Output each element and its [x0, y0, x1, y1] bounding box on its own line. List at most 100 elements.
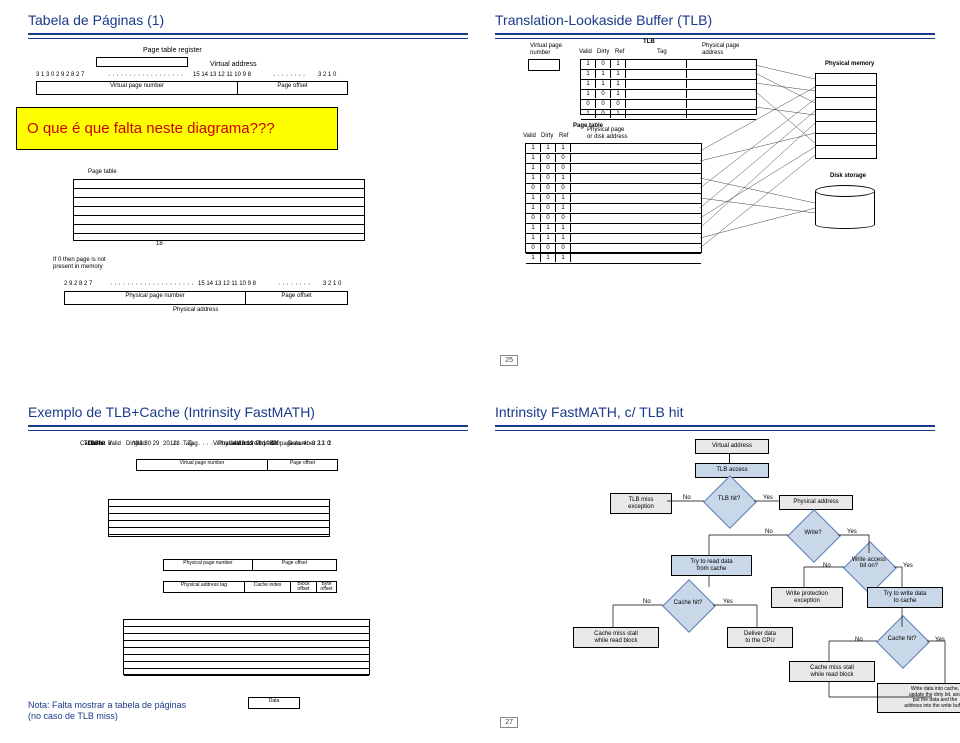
fc-trywrite: Try to write data to cache — [867, 587, 943, 608]
tlb-table: 101111111101000101 — [580, 59, 757, 115]
no3: No — [823, 563, 831, 569]
a20: 20 — [163, 441, 170, 448]
slide26-diagram: Virtual page number TLB Valid Dirty Ref … — [495, 43, 935, 343]
yes2: Yes — [847, 529, 857, 535]
fc-wpexc: Write protection exception — [771, 587, 843, 608]
n32: 32 — [270, 441, 277, 448]
tlb-box27 — [108, 499, 330, 537]
slide25-diagram: Page table register Virtual address 3 1 … — [28, 45, 468, 345]
fc-deliver: Deliver data to the CPU — [727, 627, 793, 648]
n12b: 12 — [170, 441, 177, 448]
va-box: Virtual page number Page offset — [36, 81, 348, 95]
pa-box27: Physical page number Page offset — [163, 559, 337, 571]
slide28-title: Intrinsity FastMATH, c/ TLB hit — [495, 398, 935, 423]
ref-hdr: Ref — [615, 49, 624, 56]
disk-icon — [815, 185, 875, 229]
dots3: · · · · · · · · · · · · · · · · · · · · — [110, 281, 194, 288]
tagb: Tag — [183, 441, 193, 448]
pat27: Physical page number — [164, 560, 253, 570]
slide25-title: Tabela de Páginas (1) — [28, 6, 468, 31]
yes4: Yes — [723, 599, 733, 605]
ci: Cache index — [245, 582, 291, 592]
fc-tlbacc: TLB access — [695, 463, 769, 478]
valid-hdr: Valid — [579, 49, 592, 56]
line1 — [729, 453, 730, 463]
dots1: · · · · · · · · · · · · · · · · · · — [108, 72, 183, 79]
bits-high: 3 1 3 0 2 9 2 8 2 7 — [36, 72, 84, 79]
slide26-title: Translation-Lookaside Buffer (TLB) — [495, 6, 935, 31]
dirty-pt: Dirty — [541, 133, 553, 140]
no2: No — [765, 529, 773, 535]
pagetable-label: Page table — [88, 169, 117, 176]
yes3: Yes — [903, 563, 913, 569]
fc-cachehit: Cache hit? — [663, 591, 713, 619]
pa-lbl27: Physical address — [218, 441, 263, 448]
bo: Block offset — [291, 582, 317, 592]
slide28-flowchart: Virtual address TLB access TLB hit? No Y… — [495, 437, 935, 727]
va-box27: Virtual page number Page offset — [136, 459, 338, 471]
bits-out-high: 2 9 2 8 2 7 — [64, 281, 92, 288]
ppn27: Physical page number — [256, 441, 315, 448]
fc-cms1: Cache miss stall while read block — [573, 627, 659, 648]
n2: 2 — [328, 441, 331, 448]
byo: Byte offset — [317, 582, 336, 592]
fc-write: Write? — [788, 521, 838, 549]
bits-out-low: 3 2 1 0 — [323, 281, 341, 288]
phys-addr-label: Physical address — [173, 307, 218, 314]
dataout: Data — [248, 697, 300, 709]
dots2: · · · · · · · · — [273, 72, 305, 79]
pt-register-label: Page table register — [143, 47, 202, 55]
n8b: 8 — [108, 441, 111, 448]
fc-cms2: Cache miss stall while read block — [789, 661, 875, 682]
ppn-out: Physical page number — [65, 292, 246, 304]
title-underline-27 — [28, 425, 468, 431]
po27: Page offset — [268, 460, 337, 470]
no1: No — [683, 495, 691, 501]
page-table-box — [73, 179, 365, 241]
ppa-hdr: Physical page address — [702, 43, 739, 56]
fc-va: Virtual address — [695, 439, 769, 454]
yes5: Yes — [935, 637, 945, 643]
valid-pt: Valid — [523, 133, 536, 140]
slide27-note: Nota: Falta mostrar a tabela de páginas … — [28, 700, 186, 722]
po27b: Page offset — [253, 560, 336, 570]
slide27-diagram: Virtual address 31 30 29 · · · · · · · ·… — [28, 441, 468, 721]
bits-out-mid: 15 14 13 12 11 10 9 8 — [198, 281, 256, 288]
ref-pt: Ref — [559, 133, 568, 140]
no4: No — [643, 599, 651, 605]
bits-mid: 15 14 13 12 11 10 9 8 — [193, 72, 251, 79]
tlb-heading: TLB — [643, 39, 655, 46]
cachehit-lbl: Cache hit — [80, 441, 105, 448]
if0-label: If 0 then page is not present in memory — [53, 257, 106, 270]
po-out: Page offset — [246, 292, 347, 304]
disk-label: Disk storage — [830, 173, 866, 180]
datalbl: Data — [288, 441, 301, 448]
dirty-hdr: Dirty — [597, 49, 609, 56]
pa-box: Physical page number Page offset — [64, 291, 348, 305]
po-field: Page offset — [238, 82, 347, 94]
ppod-hdr: Physical page or disk address — [587, 127, 628, 140]
pt-register-box — [96, 57, 188, 67]
cache-box27 — [123, 619, 370, 675]
no5: No — [855, 637, 863, 643]
page-table-box: 111100100101000101101000111111000111 — [525, 143, 702, 253]
highlight-note: O que é que falta neste diagrama??? — [16, 107, 338, 150]
vpn-field: Virtual page number — [37, 82, 238, 94]
tag-hdr: Tag — [657, 49, 667, 56]
yes1: Yes — [763, 495, 773, 501]
fc-writeupd: Write data into cache, update the dirty … — [877, 683, 960, 713]
fc-pa: Physical address — [779, 495, 853, 510]
fc-cachehit2: Cache hit? — [877, 627, 927, 655]
bits-low: 3 2 1 0 — [318, 72, 336, 79]
vpn-label: Virtual page number — [530, 43, 562, 56]
pat: Physical address tag — [164, 582, 245, 592]
arrow18: 18 — [156, 241, 163, 248]
n4: 4 — [303, 441, 306, 448]
slide27-title: Exemplo de TLB+Cache (Intrinsity FastMAT… — [28, 398, 468, 423]
phys-mem-label: Physical memory — [825, 61, 874, 68]
title-underline-28 — [495, 425, 935, 431]
title-underline-26 — [495, 33, 935, 39]
fc-tryread: Try to read data from cache — [671, 555, 752, 576]
validb: Valid — [133, 441, 146, 448]
phys-mem-box — [815, 73, 877, 159]
